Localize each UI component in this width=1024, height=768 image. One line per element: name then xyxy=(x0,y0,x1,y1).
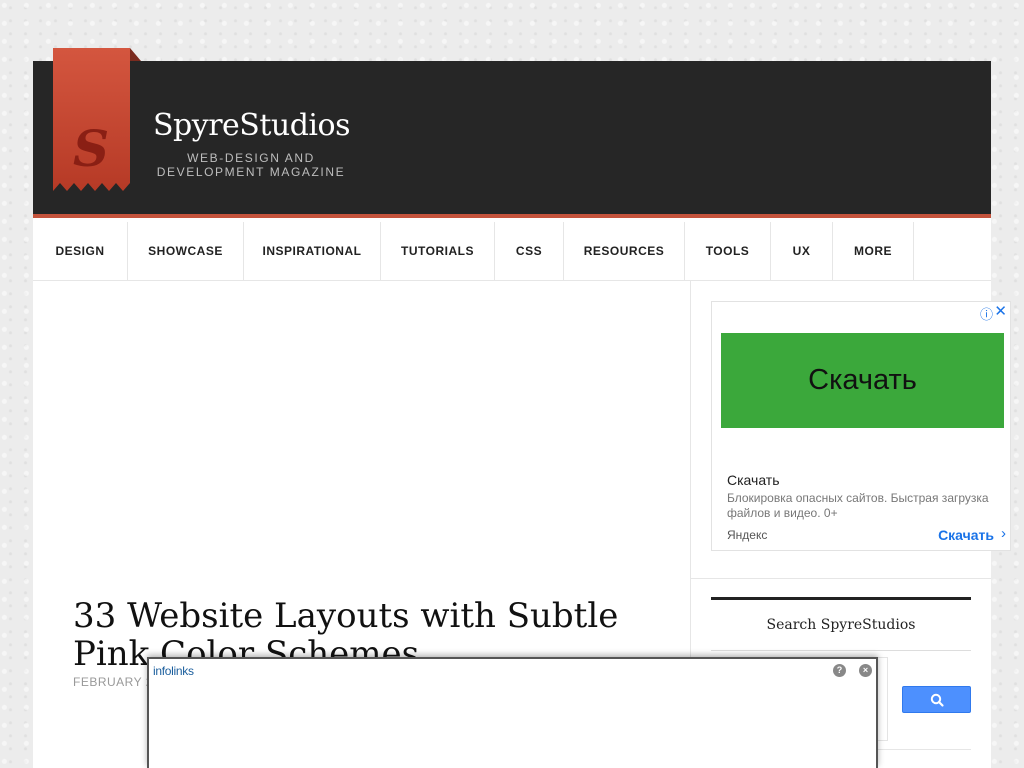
help-icon[interactable]: ? xyxy=(833,664,846,677)
ad-description: Блокировка опасных сайтов. Быстрая загру… xyxy=(727,491,989,520)
ad-source: Яндекс xyxy=(727,528,768,542)
ad-headline[interactable]: Скачать xyxy=(727,472,780,488)
logo-ribbon-shape: S xyxy=(53,48,130,191)
logo-letter: S xyxy=(73,119,109,178)
brand-block: SpyreStudios WEB-DESIGN AND DEVELOPMENT … xyxy=(153,108,350,179)
infolinks-logo: infolinks xyxy=(153,664,194,678)
infolinks-popup[interactable]: infolinks ? × xyxy=(147,657,878,768)
sidebar-ad[interactable]: ⓘ ✕ Скачать Скачать Блокировка опасных с… xyxy=(711,301,1011,551)
nav-item-tutorials[interactable]: TUTORIALS xyxy=(381,222,495,281)
nav-item-inspirational[interactable]: INSPIRATIONAL xyxy=(244,222,381,281)
nav-item-design[interactable]: DESIGN xyxy=(33,222,128,281)
search-widget-title: Search SpyreStudios xyxy=(711,597,971,651)
ad-close-icon[interactable]: ✕ xyxy=(994,302,1007,320)
nav-item-css[interactable]: CSS xyxy=(495,222,564,281)
site-title[interactable]: SpyreStudios xyxy=(153,108,350,143)
ad-download-banner[interactable]: Скачать xyxy=(721,333,1004,428)
nav-item-ux[interactable]: UX xyxy=(771,222,833,281)
nav-item-showcase[interactable]: SHOWCASE xyxy=(128,222,244,281)
nav-item-more[interactable]: MORE xyxy=(833,222,914,281)
search-widget: Search SpyreStudios xyxy=(711,597,971,741)
ad-info-icon[interactable]: ⓘ xyxy=(980,304,993,323)
chevron-right-icon[interactable]: › xyxy=(1001,525,1006,542)
search-button[interactable] xyxy=(902,686,971,713)
tagline-line-1: WEB-DESIGN AND xyxy=(187,151,315,165)
close-icon[interactable]: × xyxy=(859,664,872,677)
ad-cta-link[interactable]: Скачать xyxy=(938,527,994,543)
sidebar-divider xyxy=(691,578,991,579)
logo-ribbon[interactable]: S xyxy=(53,48,130,191)
ribbon-fold xyxy=(130,48,141,61)
tagline-line-2: DEVELOPMENT MAGAZINE xyxy=(156,165,346,179)
nav-item-resources[interactable]: RESOURCES xyxy=(564,222,685,281)
nav-item-tools[interactable]: TOOLS xyxy=(685,222,771,281)
search-icon xyxy=(930,693,944,707)
main-nav: DESIGN SHOWCASE INSPIRATIONAL TUTORIALS … xyxy=(33,222,991,281)
article-date: FEBRUARY 2 xyxy=(73,675,153,689)
site-tagline: WEB-DESIGN AND DEVELOPMENT MAGAZINE xyxy=(153,151,349,179)
